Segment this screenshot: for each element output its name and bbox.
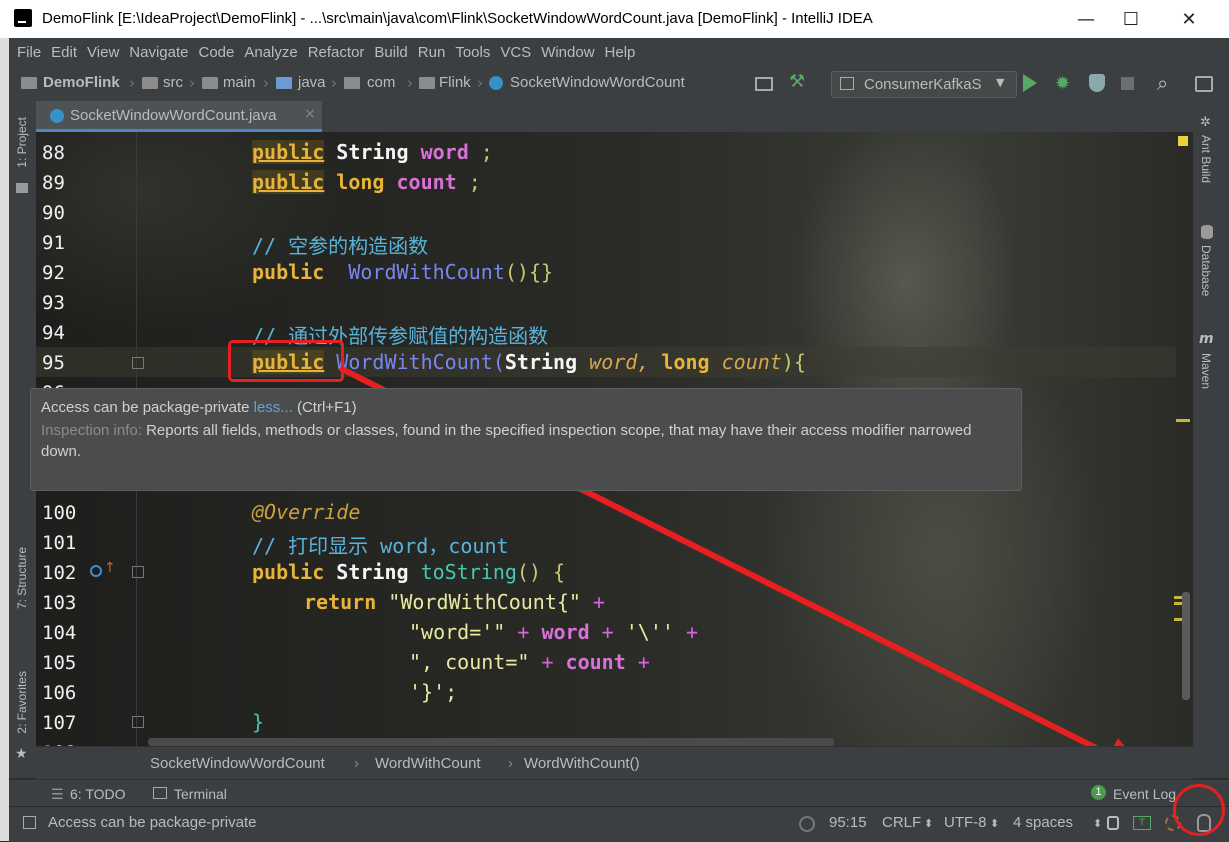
status-toggle-icon[interactable] — [23, 816, 36, 829]
line-separator[interactable]: CRLF — [882, 814, 921, 831]
tool-window-terminal[interactable]: Terminal — [174, 786, 227, 802]
breadcrumb-separator: › — [354, 755, 359, 772]
chevron-updown-icon: ⬍ — [924, 818, 934, 830]
tooltip-title: Access can be package-private less... (C… — [41, 399, 357, 416]
status-bar: Access can be package-private 95:15 CRLF… — [9, 806, 1229, 842]
inspection-tooltip: Access can be package-private less... (C… — [30, 388, 1022, 491]
chevron-updown-icon: ⬍ — [990, 818, 1000, 830]
tool-window-todo[interactable]: 6: TODO — [70, 786, 126, 802]
annotation-circle — [1173, 784, 1225, 836]
tooltip-less-link[interactable]: less... — [254, 399, 293, 416]
tool-window-bar: ☰ 6: TODO Terminal 1 Event Log — [9, 779, 1229, 807]
breadcrumb-class[interactable]: SocketWindowWordCount — [150, 755, 325, 772]
event-count-badge: 1 — [1091, 785, 1106, 800]
indent-setting[interactable]: 4 spaces — [1013, 814, 1073, 831]
breadcrumb-method[interactable]: WordWithCount() — [524, 755, 640, 772]
chevron-updown-icon: ⬍ — [1093, 818, 1103, 830]
lock-icon[interactable] — [1107, 816, 1119, 830]
code-breadcrumb-bar: SocketWindowWordCount › WordWithCount › … — [36, 746, 1193, 779]
tooltip-inspection-info: Inspection info: Reports all fields, met… — [41, 422, 972, 460]
caret-position[interactable]: 95:15 — [829, 814, 867, 831]
terminal-icon — [153, 787, 167, 799]
memory-indicator-icon[interactable] — [799, 816, 815, 832]
breadcrumb-separator: › — [508, 755, 513, 772]
file-encoding[interactable]: UTF-8 — [944, 814, 987, 831]
tool-window-event-log[interactable]: Event Log — [1113, 786, 1176, 802]
todo-list-icon: ☰ — [51, 786, 64, 802]
git-status-icon[interactable]: T — [1133, 816, 1151, 830]
breadcrumb-inner-class[interactable]: WordWithCount — [375, 755, 481, 772]
status-message: Access can be package-private — [48, 814, 257, 831]
